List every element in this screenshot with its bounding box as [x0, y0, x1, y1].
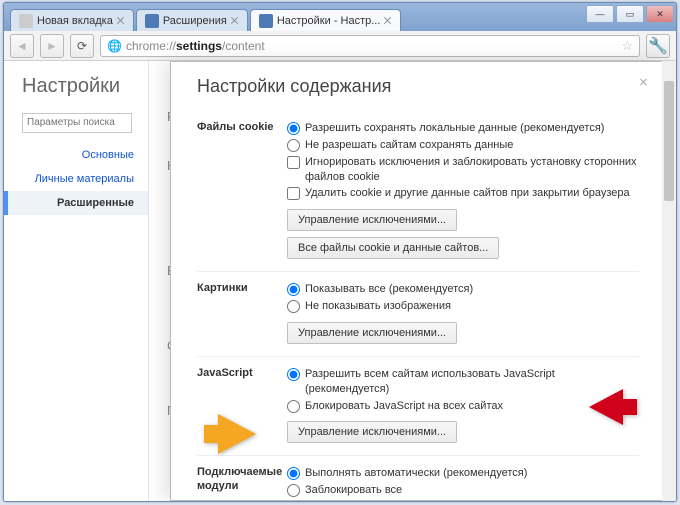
address-bar[interactable]: 🌐 chrome:// settings /content ☆ [100, 35, 640, 57]
cookies-ignore-option[interactable]: Игнорировать исключения и заблокировать … [287, 155, 639, 185]
close-icon[interactable] [384, 17, 392, 25]
close-icon[interactable] [117, 17, 125, 25]
scrollbar[interactable] [662, 61, 676, 501]
section-cookies: Файлы cookie Разрешить сохранять локальн… [197, 111, 639, 271]
favicon-icon [259, 14, 273, 28]
scroll-thumb[interactable] [664, 81, 674, 201]
browser-window: Новая вкладка Расширения Настройки - Нас… [3, 2, 677, 502]
tab-new[interactable]: Новая вкладка [10, 9, 134, 31]
url-host: settings [176, 39, 222, 53]
window-close-button[interactable]: ✕ [646, 5, 674, 23]
globe-icon: 🌐 [107, 39, 122, 53]
tab-title: Новая вкладка [37, 15, 113, 27]
cookies-block-option[interactable]: Не разрешать сайтам сохранять данные [287, 138, 639, 153]
tab-title: Расширения [163, 15, 227, 27]
plugins-auto-option[interactable]: Выполнять автоматически (рекомендуется) [287, 466, 639, 481]
close-icon[interactable] [231, 17, 239, 25]
js-manage-button[interactable]: Управление исключениями... [287, 421, 457, 443]
back-button[interactable]: ◄ [10, 34, 34, 58]
minimize-button[interactable]: — [586, 5, 614, 23]
section-label: JavaScript [197, 365, 287, 444]
favicon-icon [145, 14, 159, 28]
section-plugins: Подключаемые модули Выполнять автоматиче… [197, 455, 639, 501]
bookmark-star-icon[interactable]: ☆ [621, 38, 633, 54]
section-images: Картинки Показывать все (рекомендуется) … [197, 271, 639, 356]
section-label: Файлы cookie [197, 119, 287, 259]
url-scheme: chrome:// [126, 39, 176, 53]
plugins-block-option[interactable]: Заблокировать все [287, 483, 639, 498]
cookies-manage-button[interactable]: Управление исключениями... [287, 209, 457, 231]
tab-settings[interactable]: Настройки - Настр... [250, 9, 402, 31]
modal-title: Настройки содержания [197, 76, 639, 97]
js-block-option[interactable]: Блокировать JavaScript на всех сайтах [287, 399, 639, 414]
images-manage-button[interactable]: Управление исключениями... [287, 322, 457, 344]
tab-strip: Новая вкладка Расширения Настройки - Нас… [4, 3, 676, 31]
maximize-button[interactable]: ▭ [616, 5, 644, 23]
url-path: /content [222, 39, 265, 53]
images-show-option[interactable]: Показывать все (рекомендуется) [287, 282, 639, 297]
window-controls: — ▭ ✕ [584, 5, 674, 23]
reload-button[interactable]: ⟳ [70, 34, 94, 58]
tab-extensions[interactable]: Расширения [136, 9, 248, 31]
js-allow-option[interactable]: Разрешить всем сайтам использовать JavaS… [287, 367, 639, 397]
cookies-allow-option[interactable]: Разрешить сохранять локальные данные (ре… [287, 121, 639, 136]
favicon-icon [19, 14, 33, 28]
forward-button[interactable]: ► [40, 34, 64, 58]
images-hide-option[interactable]: Не показывать изображения [287, 299, 639, 314]
section-label: Картинки [197, 280, 287, 344]
modal-close-button[interactable]: × [639, 74, 653, 88]
cookies-all-button[interactable]: Все файлы cookie и данные сайтов... [287, 237, 499, 259]
section-javascript: JavaScript Разрешить всем сайтам использ… [197, 356, 639, 456]
cookies-clear-option[interactable]: Удалить cookie и другие данные сайтов пр… [287, 186, 639, 201]
tab-title: Настройки - Настр... [277, 15, 381, 27]
section-label: Подключаемые модули [197, 464, 287, 501]
wrench-menu-button[interactable]: 🔧 [646, 34, 670, 58]
content-settings-modal: × Настройки содержания Файлы cookie Разр… [170, 61, 666, 501]
toolbar: ◄ ► ⟳ 🌐 chrome:// settings /content ☆ 🔧 [4, 31, 676, 61]
modal-backdrop: × Настройки содержания Файлы cookie Разр… [4, 61, 676, 501]
